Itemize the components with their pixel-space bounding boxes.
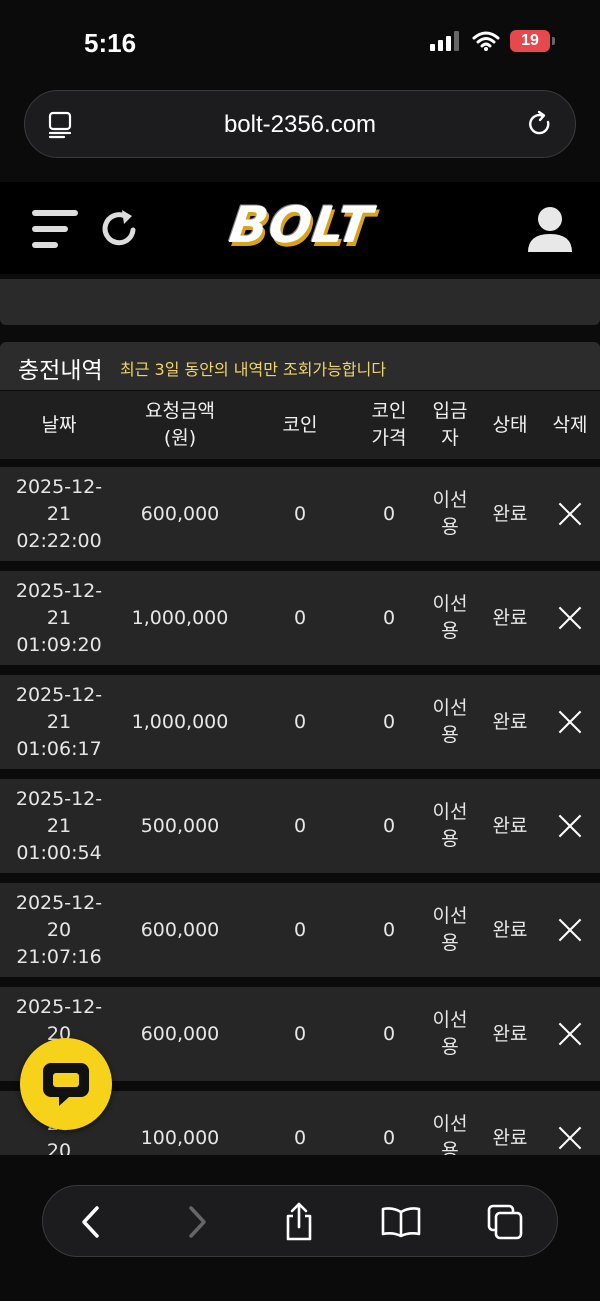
table-row: 2025-12- 21 01:00:54 500,000 0 0 이선 용 완료 [0,779,600,873]
close-icon[interactable] [557,1125,583,1151]
reload-icon[interactable] [525,109,555,139]
delete-button[interactable] [540,883,600,977]
row-depositor: 이선 용 [432,1009,468,1058]
row-status: 완료 [492,814,528,837]
delete-button[interactable] [540,779,600,873]
delete-button[interactable] [540,675,600,769]
row-coin-price: 0 [382,1022,396,1045]
forward-button[interactable] [177,1202,217,1242]
row-status: 완료 [492,1022,528,1045]
refresh-icon[interactable] [100,208,140,250]
row-coin-price: 0 [382,1126,396,1149]
back-button[interactable] [71,1202,111,1242]
url-text[interactable]: bolt-2356.com [25,111,575,139]
browser-toolbar [42,1185,558,1257]
row-depositor: 이선 용 [432,593,468,642]
row-date: 2025-12- 21 02:22:00 [15,475,103,552]
section-header: 충전내역 최근 3일 동안의 내역만 조회가능합니다 [0,342,600,390]
share-button[interactable] [279,1202,319,1242]
row-date: 2025-12- 20 21:07:16 [15,891,103,968]
signal-icon [430,31,459,51]
book-icon[interactable] [381,1206,421,1238]
table-row: 2025-12- 21 02:22:00 600,000 0 0 이선 용 완료 [0,467,600,561]
chevron-right-icon[interactable] [185,1205,209,1239]
row-depositor: 이선 용 [432,489,468,538]
table-row: 2025-12- 21 01:09:20 1,000,000 0 0 이선 용 … [0,571,600,665]
tabs-icon[interactable] [487,1204,523,1240]
header-status: 상태 [492,413,528,436]
section-notice: 최근 3일 동안의 내역만 조회가능합니다 [120,360,387,379]
row-depositor: 이선 용 [432,801,468,850]
header-delete: 삭제 [552,413,588,436]
close-icon[interactable] [557,605,583,631]
header-coin-price: 코인 가격 [371,400,407,449]
tabs-button[interactable] [485,1202,525,1242]
row-coin-price: 0 [382,606,396,629]
row-coin: 0 [293,1126,307,1149]
row-amount: 600,000 [140,502,220,525]
close-icon[interactable] [557,917,583,943]
close-icon[interactable] [557,813,583,839]
delete-button[interactable] [540,571,600,665]
status-bar: 5:16 19 [0,0,600,88]
chat-bubble-icon[interactable] [41,1059,91,1109]
bookmarks-button[interactable] [381,1202,421,1242]
delete-button[interactable] [540,1091,600,1155]
close-icon[interactable] [557,501,583,527]
row-coin: 0 [293,1022,307,1045]
row-status: 완료 [492,606,528,629]
row-status: 완료 [492,918,528,941]
row-coin: 0 [293,502,307,525]
row-amount: 1,000,000 [131,606,229,629]
battery-level: 19 [521,32,539,49]
row-status: 완료 [492,502,528,525]
row-coin-price: 0 [382,918,396,941]
row-coin: 0 [293,918,307,941]
row-depositor: 이선 용 [432,1113,468,1155]
row-depositor: 이선 용 [432,905,468,954]
header-depositor: 입금 자 [432,400,468,449]
row-status: 완료 [492,1126,528,1149]
section-title: 충전내역 [18,358,103,384]
hamburger-menu-icon[interactable] [32,210,80,250]
status-time: 5:16 [84,28,137,58]
live-chat-button[interactable] [20,1038,112,1130]
row-status: 완료 [492,710,528,733]
row-date: 2025-12- 21 01:06:17 [15,683,103,760]
row-amount: 1,000,000 [131,710,229,733]
close-icon[interactable] [557,1021,583,1047]
row-coin: 0 [293,814,307,837]
row-coin: 0 [293,606,307,629]
wifi-icon [472,31,500,51]
row-coin-price: 0 [382,710,396,733]
address-bar[interactable]: bolt-2356.com [24,90,576,158]
header-date: 날짜 [41,413,77,436]
row-coin-price: 0 [382,502,396,525]
status-icons: 19 [430,30,555,52]
header-amount: 요청금액 (원) [145,400,215,449]
notice-banner-area [0,279,600,325]
row-coin: 0 [293,710,307,733]
delete-button[interactable] [540,987,600,1081]
row-depositor: 이선 용 [432,697,468,746]
row-date: 2025-12- 21 01:09:20 [15,579,103,656]
row-coin-price: 0 [382,814,396,837]
row-amount: 500,000 [140,814,220,837]
bolt-logo[interactable]: BOLT [226,196,376,254]
table-row: 2025-12- 20 21:07:16 600,000 0 0 이선 용 완료 [0,883,600,977]
row-amount: 100,000 [140,1126,220,1149]
row-date: 2025-12- 21 01:00:54 [15,787,103,864]
site-header: BOLT [0,182,600,274]
close-icon[interactable] [557,709,583,735]
share-icon[interactable] [283,1202,315,1242]
battery-icon: 19 [510,30,555,52]
row-amount: 600,000 [140,918,220,941]
table-header: 날짜 요청금액 (원) 코인 코인 가격 입금 자 상태 삭제 [0,391,600,459]
row-amount: 600,000 [140,1022,220,1045]
table-row: 2025-12- 21 01:06:17 1,000,000 0 0 이선 용 … [0,675,600,769]
header-coin: 코인 [282,413,318,436]
chevron-left-icon[interactable] [79,1205,103,1239]
user-profile-icon[interactable] [526,206,574,252]
delete-button[interactable] [540,467,600,561]
